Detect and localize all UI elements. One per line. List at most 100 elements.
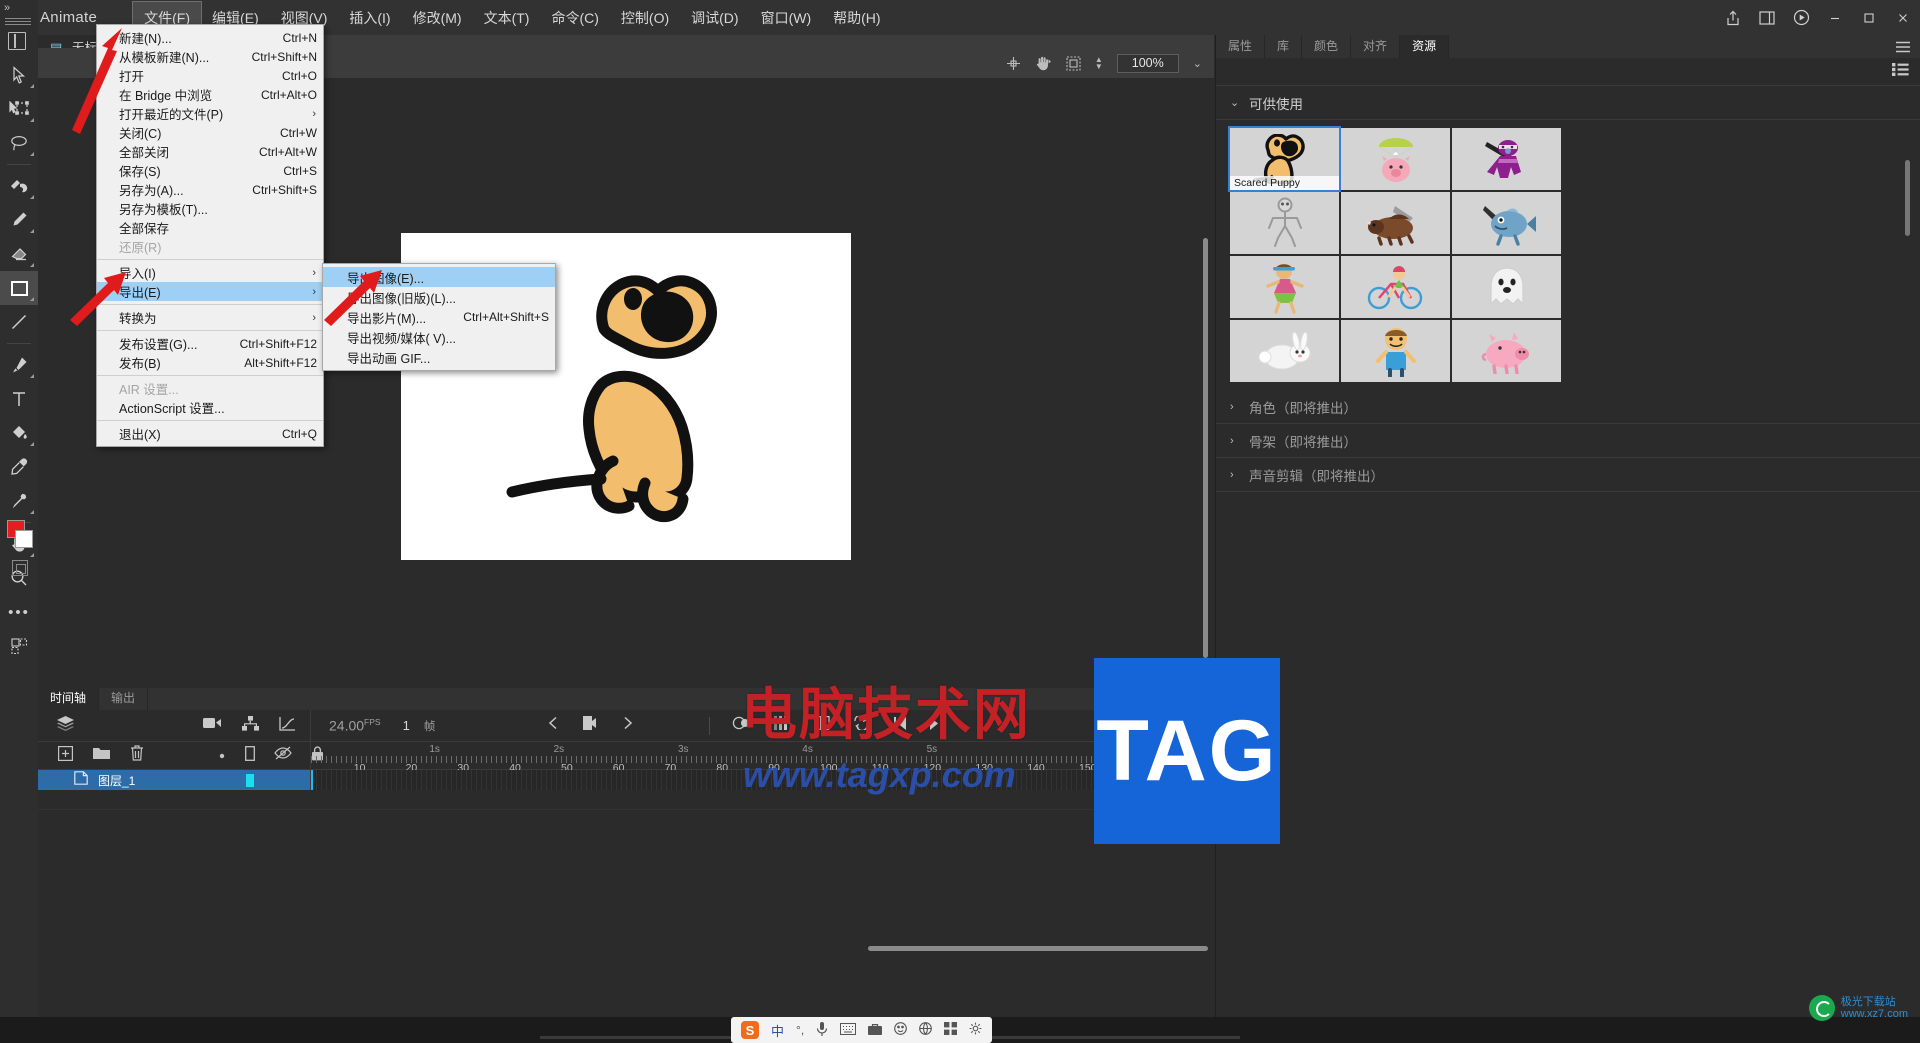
menu-5[interactable]: 文本(T) [473, 2, 541, 34]
panel-tab-3[interactable]: 对齐 [1351, 35, 1401, 58]
file-menu-item-8[interactable]: 另存为(A)... Ctrl+Shift+S [97, 180, 323, 199]
free-transform-tool[interactable] [0, 92, 38, 126]
file-menu-item-4[interactable]: 打开最近的文件(P) › [97, 104, 323, 123]
hand-icon[interactable] [1035, 55, 1052, 71]
zoom-down-arrow[interactable]: ▼ [1095, 63, 1103, 71]
layer-row-name-cell[interactable]: 图层_1 [38, 770, 310, 790]
asset-item-2[interactable] [1452, 128, 1561, 190]
panel-tab-0[interactable]: 属性 [1216, 35, 1266, 58]
pencil-tool[interactable] [0, 203, 38, 237]
stage-vertical-scrollbar[interactable] [1203, 238, 1208, 658]
line-tool[interactable] [0, 305, 38, 339]
chevron-down-icon[interactable]: ⌄ [1193, 57, 1202, 70]
ime-language-indicator[interactable]: 中 [771, 1021, 784, 1040]
asset-item-9[interactable] [1230, 320, 1339, 382]
file-menu-item-7[interactable]: 保存(S) Ctrl+S [97, 161, 323, 180]
edit-toolbar-icon[interactable] [0, 629, 38, 663]
file-menu-item-5[interactable]: 关闭(C) Ctrl+W [97, 123, 323, 142]
new-folder-button[interactable] [93, 746, 110, 765]
section-characters[interactable]: › 角色（即将推出） [1216, 390, 1920, 424]
apps-grid-icon[interactable] [944, 1022, 958, 1038]
asset-item-7[interactable] [1341, 256, 1450, 318]
file-menu-item-6[interactable]: 全部关闭 Ctrl+Alt+W [97, 142, 323, 161]
workspace-icon[interactable] [1750, 0, 1784, 35]
export-submenu[interactable]: 导出图像(E)... 导出图像(旧版)(L)... 导出影片(M)... Ctrl+A… [322, 263, 556, 371]
list-view-icon[interactable] [1892, 63, 1909, 81]
lasso-tool[interactable] [0, 126, 38, 160]
asset-item-10[interactable] [1341, 320, 1450, 382]
rectangle-tool[interactable] [0, 271, 38, 305]
zoom-stepper[interactable]: ▲ ▼ [1095, 56, 1103, 71]
file-menu-dropdown[interactable]: 新建(N)... Ctrl+N 从模板新建(N)... Ctrl+Shift+N 打开 C… [96, 24, 324, 447]
collapse-panel-icon[interactable]: » [4, 2, 10, 14]
asset-item-3[interactable] [1230, 192, 1339, 254]
asset-grid-scrollbar[interactable] [1905, 160, 1910, 236]
section-audio-clips[interactable]: › 声音剪辑（即将推出） [1216, 458, 1920, 492]
brush-tool[interactable] [0, 169, 38, 203]
timeline-horizontal-scrollbar[interactable] [868, 946, 1208, 951]
current-frame-value[interactable]: 1 [403, 718, 410, 733]
eraser-tool[interactable] [0, 237, 38, 271]
camera-icon[interactable] [203, 716, 222, 736]
keyboard-icon[interactable] [840, 1022, 857, 1038]
minimize-button[interactable] [1818, 0, 1852, 35]
selection-tool[interactable] [0, 58, 38, 92]
file-menu-item-0[interactable]: 新建(N)... Ctrl+N [97, 28, 323, 47]
asset-item-1[interactable] [1341, 128, 1450, 190]
easing-graph-icon[interactable] [279, 716, 296, 736]
pen-tool[interactable] [0, 348, 38, 382]
fit-frame-icon[interactable] [1066, 55, 1081, 71]
play-test-icon[interactable] [1784, 0, 1818, 35]
menu-9[interactable]: 窗口(W) [750, 2, 823, 34]
no-color-swatch[interactable] [12, 560, 28, 576]
panel-tab-4[interactable]: 资源 [1400, 35, 1450, 58]
menu-4[interactable]: 修改(M) [402, 2, 473, 34]
file-menu-item-10[interactable]: 全部保存 [97, 218, 323, 237]
new-layer-button[interactable] [58, 745, 74, 766]
asset-item-6[interactable] [1230, 256, 1339, 318]
panel-tab-2[interactable]: 颜色 [1302, 35, 1352, 58]
asset-item-0[interactable]: Scared Puppy [1228, 126, 1341, 192]
center-stage-icon[interactable] [1006, 56, 1021, 71]
emoji-icon[interactable] [894, 1022, 908, 1038]
microphone-icon[interactable] [816, 1021, 828, 1039]
previous-keyframe-button[interactable] [547, 716, 560, 735]
sogou-logo-icon[interactable]: S [741, 1021, 759, 1039]
fill-color-swatch[interactable] [15, 530, 33, 548]
export-menu-item-0[interactable]: 导出图像(E)... [323, 267, 555, 287]
zoom-input[interactable]: 100% [1116, 53, 1179, 73]
paint-bucket-tool[interactable] [0, 416, 38, 450]
file-menu-item-16[interactable]: 转换为 › [97, 308, 323, 327]
timeline-tab-0[interactable]: 时间轴 [38, 688, 100, 710]
layer-outline-icon[interactable] [245, 745, 255, 766]
fps-value[interactable]: 24.00FPS [329, 717, 381, 734]
menu-10[interactable]: 帮助(H) [822, 2, 891, 34]
file-menu-item-24[interactable]: 退出(X) Ctrl+Q [97, 424, 323, 443]
panel-menu-icon[interactable] [1895, 40, 1911, 58]
file-menu-item-18[interactable]: 发布设置(G)... Ctrl+Shift+F12 [97, 334, 323, 353]
bone-tool[interactable] [0, 484, 38, 518]
file-menu-item-2[interactable]: 打开 Ctrl+O [97, 66, 323, 85]
file-menu-item-3[interactable]: 在 Bridge 中浏览 Ctrl+Alt+O [97, 85, 323, 104]
toolbox-icon[interactable] [868, 1023, 883, 1038]
menu-6[interactable]: 命令(C) [540, 2, 609, 34]
asset-item-8[interactable] [1452, 256, 1561, 318]
punctuation-icon[interactable]: °, [796, 1023, 804, 1037]
file-menu-item-9[interactable]: 另存为模板(T)... [97, 199, 323, 218]
hide-layer-icon[interactable] [274, 746, 292, 765]
asset-item-4[interactable] [1341, 192, 1450, 254]
file-menu-item-13[interactable]: 导入(I) › [97, 263, 323, 282]
more-tools[interactable]: ••• [0, 595, 38, 629]
export-menu-item-1[interactable]: 导出图像(旧版)(L)... [323, 287, 555, 307]
menu-3[interactable]: 插入(I) [338, 2, 401, 34]
section-available-assets[interactable]: ⌄ 可供使用 [1216, 86, 1920, 120]
file-menu-item-19[interactable]: 发布(B) Alt+Shift+F12 [97, 353, 323, 372]
file-menu-item-14[interactable]: 导出(E) › [97, 282, 323, 301]
panel-tab-1[interactable]: 库 [1265, 35, 1303, 58]
delete-layer-button[interactable] [130, 745, 144, 766]
settings-gear-icon[interactable] [969, 1022, 982, 1038]
drag-grip[interactable] [5, 18, 31, 27]
section-rigs[interactable]: › 骨架（即将推出） [1216, 424, 1920, 458]
menu-8[interactable]: 调试(D) [680, 2, 749, 34]
maximize-button[interactable] [1852, 0, 1886, 35]
